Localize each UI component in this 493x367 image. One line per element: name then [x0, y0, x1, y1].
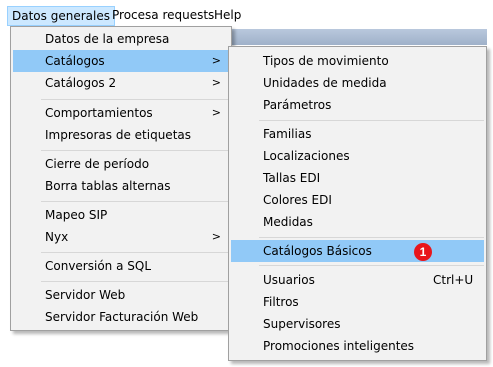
menu-item-label: Unidades de medida: [263, 76, 387, 90]
menu-item-impresoras-etiquetas[interactable]: Impresoras de etiquetas: [13, 124, 229, 146]
menu-item-nyx[interactable]: Nyx >: [13, 226, 229, 248]
menubar-item-datos-generales[interactable]: Datos generales: [7, 6, 115, 26]
chevron-right-icon: >: [211, 76, 221, 89]
menu-item-label: Catálogos: [45, 54, 105, 68]
submenu-item-tallas-edi[interactable]: Tallas EDI: [231, 167, 484, 189]
chevron-right-icon: >: [211, 230, 221, 243]
menu-item-label: Colores EDI: [263, 193, 332, 207]
menu-item-label: Usuarios: [263, 273, 315, 287]
step-number-badge: 1: [414, 243, 432, 261]
submenu-item-localizaciones[interactable]: Localizaciones: [231, 145, 484, 167]
menu-item-label: Medidas: [263, 215, 313, 229]
menu-item-label: Filtros: [263, 295, 299, 309]
menu-separator: [41, 201, 229, 202]
submenu-item-colores-edi[interactable]: Colores EDI: [231, 189, 484, 211]
menu-item-label: Nyx: [45, 230, 69, 244]
menu-item-label: Cierre de período: [45, 157, 150, 171]
menu-separator: [41, 281, 229, 282]
menu-separator: [259, 237, 484, 238]
menu-separator: [259, 120, 484, 121]
menu-item-label: Borra tablas alternas: [45, 179, 171, 193]
menu-separator: [259, 265, 484, 266]
menubar-item-help[interactable]: Help: [210, 6, 245, 26]
menu-item-catalogos-2[interactable]: Catálogos 2 >: [13, 72, 229, 94]
menu-item-label: Tipos de movimiento: [263, 54, 389, 68]
menu-item-label: Catálogos 2: [45, 76, 117, 90]
catalogos-submenu: Tipos de movimiento Unidades de medida P…: [228, 46, 487, 361]
menu-item-servidor-web[interactable]: Servidor Web: [13, 284, 229, 306]
menu-bar: Datos generales Procesa requests Help: [0, 0, 493, 28]
menu-item-label: Comportamientos: [45, 106, 153, 120]
menu-item-label: Familias: [263, 127, 312, 141]
menu-item-servidor-facturacion-web[interactable]: Servidor Facturación Web: [13, 306, 229, 328]
menu-item-mapeo-sip[interactable]: Mapeo SIP: [13, 204, 229, 226]
menu-item-label: Mapeo SIP: [45, 208, 108, 222]
submenu-item-usuarios[interactable]: Usuarios Ctrl+U: [231, 269, 484, 291]
menu-item-label: Parámetros: [263, 98, 332, 112]
submenu-item-promociones-inteligentes[interactable]: Promociones inteligentes: [231, 335, 484, 357]
menu-item-cierre-periodo[interactable]: Cierre de período: [13, 153, 229, 175]
menu-item-conversion-sql[interactable]: Conversión a SQL: [13, 255, 229, 277]
datos-generales-menu: Datos de la empresa Catálogos > Catálogos…: [10, 26, 232, 331]
chevron-right-icon: >: [211, 54, 221, 67]
menu-item-label: Impresoras de etiquetas: [45, 128, 191, 142]
submenu-item-tipos-movimiento[interactable]: Tipos de movimiento: [231, 50, 484, 72]
menu-item-label: Catálogos Básicos: [263, 244, 372, 258]
submenu-item-catalogos-basicos[interactable]: Catálogos Básicos 1: [231, 240, 484, 262]
keyboard-shortcut: Ctrl+U: [433, 273, 474, 287]
submenu-item-familias[interactable]: Familias: [231, 123, 484, 145]
chevron-right-icon: >: [211, 106, 221, 119]
submenu-item-filtros[interactable]: Filtros: [231, 291, 484, 313]
menu-item-borra-tablas-alternas[interactable]: Borra tablas alternas: [13, 175, 229, 197]
menu-item-label: Supervisores: [263, 317, 341, 331]
submenu-item-unidades-medida[interactable]: Unidades de medida: [231, 72, 484, 94]
menu-item-label: Promociones inteligentes: [263, 339, 415, 353]
menu-item-label: Datos de la empresa: [45, 32, 170, 46]
menu-item-label: Servidor Web: [45, 288, 126, 302]
background-window-titlebar: [228, 29, 487, 45]
menu-separator: [41, 99, 229, 100]
menu-item-label: Tallas EDI: [263, 171, 321, 185]
submenu-item-medidas[interactable]: Medidas: [231, 211, 484, 233]
menu-separator: [41, 150, 229, 151]
menu-item-comportamientos[interactable]: Comportamientos >: [13, 102, 229, 124]
menu-item-label: Conversión a SQL: [45, 259, 152, 273]
menubar-item-procesa-requests[interactable]: Procesa requests: [108, 6, 218, 26]
menu-item-label: Servidor Facturación Web: [45, 310, 199, 324]
menu-separator: [41, 252, 229, 253]
submenu-item-supervisores[interactable]: Supervisores: [231, 313, 484, 335]
menu-item-datos-empresa[interactable]: Datos de la empresa: [13, 28, 229, 50]
menu-item-catalogos[interactable]: Catálogos >: [13, 50, 229, 72]
menu-item-label: Localizaciones: [263, 149, 350, 163]
submenu-item-parametros[interactable]: Parámetros: [231, 94, 484, 116]
